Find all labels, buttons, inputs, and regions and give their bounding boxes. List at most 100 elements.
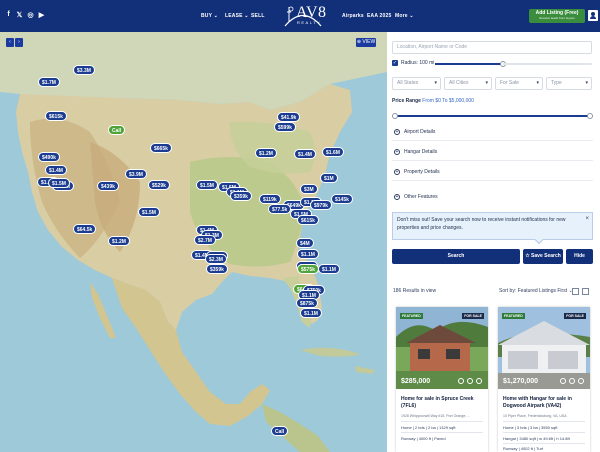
map-price-marker[interactable]: $439k [97, 181, 119, 191]
map-price-marker[interactable]: $1.2M [108, 236, 130, 246]
map-price-marker[interactable]: $145k [331, 194, 353, 204]
add-listing-button[interactable]: Add Listing (Free) Receive leads from bu… [529, 9, 585, 23]
map-price-marker[interactable]: $1.2M [255, 148, 277, 158]
state-select[interactable]: All States [392, 77, 441, 90]
city-select[interactable]: All Cities [444, 77, 492, 90]
facebook-icon[interactable]: f [5, 11, 12, 19]
map-price-marker[interactable]: $599k [274, 122, 296, 132]
listing-photo[interactable] [498, 307, 590, 389]
accordion-other-features[interactable]: + Other Features [392, 190, 593, 206]
map-view-toggle-button[interactable]: ⊕ VIEW [356, 38, 376, 47]
map-price-marker[interactable]: $359k [206, 264, 228, 274]
price-min-handle[interactable] [392, 113, 398, 119]
map-price-marker[interactable]: $1.7M [38, 77, 60, 87]
map-price-marker[interactable]: $1.5M [48, 178, 70, 188]
radius-label: Radius: 100 mi [401, 60, 435, 66]
youtube-icon[interactable]: ▶ [38, 11, 45, 19]
add-icon[interactable] [578, 378, 584, 384]
list-view-icon[interactable] [582, 288, 589, 295]
grid-view-icon[interactable] [572, 288, 579, 295]
accordion-label: Hangar Details [404, 149, 438, 155]
map-view[interactable]: ‹ › ⊕ VIEW $1.7M $3.3M $615k Call $665k $41.9… [0, 32, 387, 452]
map-price-marker[interactable]: $1M [320, 173, 338, 183]
map-price-marker[interactable]: $575k [297, 264, 319, 274]
user-account-icon[interactable] [588, 10, 598, 21]
listing-address: 1928 Whippoorwill Way #15, Port Orange, … [401, 414, 471, 418]
map-price-marker[interactable]: $3.9M [125, 169, 147, 179]
for-sale-badge: FOR SALE [462, 313, 484, 319]
map-price-marker[interactable]: $1.4M [294, 149, 316, 159]
map-price-marker[interactable]: $77.5k [268, 204, 292, 214]
close-icon[interactable]: × [585, 215, 589, 223]
map-price-marker[interactable]: $3.3M [73, 65, 95, 75]
social-links: f 𝕏 ◎ ▶ [5, 11, 45, 19]
map-collapse-left-button[interactable]: ‹ [6, 38, 14, 47]
instagram-icon[interactable]: ◎ [27, 11, 34, 19]
map-price-marker[interactable]: $41.9k [277, 112, 301, 122]
map-price-marker[interactable]: $1.1M [300, 308, 322, 318]
favorite-icon[interactable] [467, 378, 473, 384]
map-price-marker[interactable]: $4M [296, 238, 314, 248]
favorite-icon[interactable] [569, 378, 575, 384]
map-price-marker[interactable]: $1.4M [45, 165, 67, 175]
map-price-marker[interactable]: $64.5k [73, 224, 97, 234]
map-expand-right-button[interactable]: › [15, 38, 23, 47]
map-price-marker[interactable]: Call [271, 426, 289, 436]
search-button[interactable]: Search [392, 249, 520, 264]
accordion-hangar-details[interactable]: + Hangar Details [392, 145, 593, 161]
listing-card[interactable]: FEATURED FOR SALE $285,000 Home for sale… [396, 307, 488, 452]
map-price-marker[interactable]: $119k [259, 194, 281, 204]
nav-airparks[interactable]: Airparks [342, 13, 364, 19]
divider [503, 432, 585, 433]
map-price-marker[interactable]: $615k [45, 111, 67, 121]
expand-icon[interactable] [458, 378, 464, 384]
hide-button[interactable]: Hide [566, 249, 593, 264]
add-icon[interactable] [476, 378, 482, 384]
accordion-property-details[interactable]: + Property Details [392, 165, 593, 181]
map-price-marker[interactable]: $875k [296, 298, 318, 308]
map-price-marker[interactable]: $665k [150, 143, 172, 153]
listing-photo[interactable] [396, 307, 488, 389]
x-twitter-icon[interactable]: 𝕏 [16, 11, 23, 19]
map-price-marker[interactable]: $1.6M [322, 147, 344, 157]
nav-eaa[interactable]: EAA 2025 [367, 13, 391, 19]
nav-lease[interactable]: LEASE ⌄ [225, 13, 249, 19]
map-price-marker[interactable]: $359k [230, 191, 252, 201]
map-price-marker[interactable]: $1.1M [297, 249, 319, 259]
map-price-marker[interactable]: $3M [300, 184, 318, 194]
listing-status-select[interactable]: For Sale [495, 77, 543, 90]
accordion-airport-details[interactable]: + Airport Details [392, 125, 593, 141]
map-price-marker[interactable]: $2.7M [194, 235, 216, 245]
map-price-marker[interactable]: $1.5M [196, 180, 218, 190]
price-range-value: From $0 To $5,000,000 [422, 98, 474, 104]
divider [503, 443, 585, 444]
price-range-slider[interactable] [395, 115, 590, 117]
radius-checkbox[interactable]: ✓ [392, 60, 398, 66]
expand-icon: + [394, 149, 400, 155]
nav-buy[interactable]: BUY ⌄ [201, 13, 218, 19]
nav-sell[interactable]: SELL [251, 13, 265, 19]
expand-icon[interactable] [560, 378, 566, 384]
listing-title[interactable]: Home with Hangar for sale in Dogwood Air… [503, 396, 587, 410]
nav-more[interactable]: More ⌄ [395, 13, 414, 19]
listing-title[interactable]: Home for sale in Spruce Creek (7FL6) [401, 396, 485, 410]
listing-home-specs: Home | 2 bds | 2 ba | 1329 sqft [401, 425, 456, 430]
map-price-marker[interactable]: $2.3M [205, 254, 227, 264]
location-search-input[interactable]: Location, Airport Name or Code [392, 41, 592, 54]
price-range-title: Price Range [392, 98, 421, 104]
property-type-select[interactable]: Type [546, 77, 592, 90]
price-max-handle[interactable] [587, 113, 593, 119]
map-price-marker[interactable]: $529k [148, 180, 170, 190]
map-price-marker[interactable]: $490k [38, 152, 60, 162]
site-header: f 𝕏 ◎ ▶ BUY ⌄ LEASE ⌄ SELL AV8 REALTY Ai… [0, 0, 600, 32]
map-price-marker[interactable]: $1.5M [138, 207, 160, 217]
save-search-button[interactable]: ☆ Save Search [523, 249, 563, 264]
sort-select[interactable]: Sort by: Featured Listings First ⌄ [499, 288, 573, 294]
map-price-marker[interactable]: Call [108, 125, 126, 135]
map-price-marker[interactable]: $1.1M [318, 264, 340, 274]
listing-card[interactable]: FEATURED FOR SALE $1,270,000 Home with H… [498, 307, 590, 452]
divider [503, 421, 585, 422]
radius-slider-track[interactable] [435, 63, 503, 65]
map-price-marker[interactable]: $615k [297, 215, 319, 225]
map-price-marker[interactable]: $979k [310, 200, 332, 210]
